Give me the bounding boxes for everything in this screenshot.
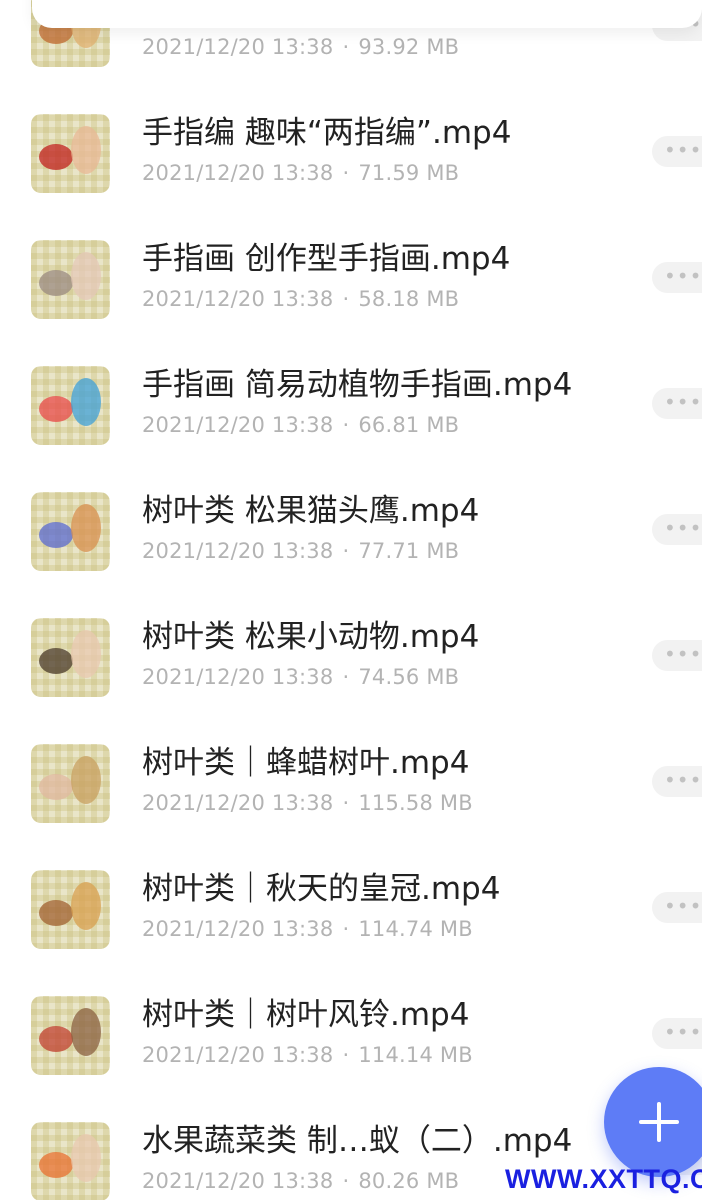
separator-dot: · <box>342 35 350 59</box>
more-options-button[interactable]: ••• <box>652 388 702 419</box>
file-size: 71.59 MB <box>358 161 460 185</box>
file-meta: 2021/12/20 13:38 · 93.92 MB <box>142 33 459 61</box>
separator-dot: · <box>342 161 350 185</box>
file-row[interactable]: 手指编 趣味“两指编”.mp4 2021/12/20 13:38 · 71.59 M… <box>0 92 702 218</box>
separator-dot: · <box>342 287 350 311</box>
file-name: 手指画 创作型手指画.mp4 <box>142 241 511 277</box>
separator-dot: · <box>342 791 350 815</box>
file-size: 74.56 MB <box>358 665 460 689</box>
file-row[interactable]: 树叶类｜蜂蜡树叶.mp4 2021/12/20 13:38 · 115.58 MB … <box>0 722 702 848</box>
file-date: 2021/12/20 13:38 <box>142 287 334 311</box>
video-thumbnail <box>31 1122 110 1200</box>
file-name: 树叶类｜树叶风铃.mp4 <box>142 997 470 1033</box>
separator-dot: · <box>342 1043 350 1067</box>
file-name: 树叶类｜秋天的皇冠.mp4 <box>142 871 501 907</box>
separator-dot: · <box>342 413 350 437</box>
file-meta: 2021/12/20 13:38 · 115.58 MB <box>142 789 473 817</box>
file-size: 58.18 MB <box>358 287 460 311</box>
file-date: 2021/12/20 13:38 <box>142 35 334 59</box>
plus-icon-vertical <box>657 1102 661 1142</box>
more-options-button[interactable]: ••• <box>652 892 702 923</box>
separator-dot: · <box>342 1169 350 1193</box>
more-options-button[interactable]: ••• <box>652 262 702 293</box>
file-date: 2021/12/20 13:38 <box>142 1169 334 1193</box>
file-row[interactable]: 树叶类｜秋天的皇冠.mp4 2021/12/20 13:38 · 114.74 MB… <box>0 848 702 974</box>
file-date: 2021/12/20 13:38 <box>142 917 334 941</box>
file-date: 2021/12/20 13:38 <box>142 791 334 815</box>
file-meta: 2021/12/20 13:38 · 71.59 MB <box>142 159 459 187</box>
video-thumbnail <box>31 870 110 949</box>
file-meta: 2021/12/20 13:38 · 114.74 MB <box>142 915 473 943</box>
separator-dot: · <box>342 917 350 941</box>
video-thumbnail <box>31 114 110 193</box>
file-date: 2021/12/20 13:38 <box>142 665 334 689</box>
file-row[interactable]: 树叶类 松果小动物.mp4 2021/12/20 13:38 · 74.56 MB … <box>0 596 702 722</box>
video-thumbnail <box>31 744 110 823</box>
file-meta: 2021/12/20 13:38 · 114.14 MB <box>142 1041 473 1069</box>
file-row[interactable]: 手指画 简易动植物手指画.mp4 2021/12/20 13:38 · 66.81 … <box>0 344 702 470</box>
file-size: 115.58 MB <box>358 791 473 815</box>
file-name: 手指画 简易动植物手指画.mp4 <box>142 367 573 403</box>
more-options-button[interactable]: ••• <box>652 136 702 167</box>
more-options-button[interactable]: ••• <box>652 514 702 545</box>
file-row[interactable]: 树叶类 松果猫头鹰.mp4 2021/12/20 13:38 · 77.71 MB … <box>0 470 702 596</box>
video-thumbnail <box>31 366 110 445</box>
file-name: 手指编 趣味“两指编”.mp4 <box>142 115 512 151</box>
top-sheet-edge <box>32 0 702 28</box>
file-size: 77.71 MB <box>358 539 460 563</box>
file-name: 树叶类 松果猫头鹰.mp4 <box>142 493 480 529</box>
video-thumbnail <box>31 492 110 571</box>
file-size: 114.74 MB <box>358 917 473 941</box>
more-options-button[interactable]: ••• <box>652 766 702 797</box>
file-name: 水果蔬菜类 制…蚁（二）.mp4 <box>142 1123 573 1159</box>
file-name: 树叶类｜蜂蜡树叶.mp4 <box>142 745 470 781</box>
more-options-button[interactable]: ••• <box>652 1018 702 1049</box>
file-name: 树叶类 松果小动物.mp4 <box>142 619 480 655</box>
file-meta: 2021/12/20 13:38 · 77.71 MB <box>142 537 459 565</box>
file-meta: 2021/12/20 13:38 · 66.81 MB <box>142 411 459 439</box>
video-thumbnail <box>31 996 110 1075</box>
video-thumbnail <box>31 618 110 697</box>
more-options-button[interactable]: ••• <box>652 640 702 671</box>
file-list-screen: 2021/12/20 13:38 · 93.92 MB ••• 手指编 趣味“两指编… <box>0 0 702 1200</box>
watermark: WWW.XXTTQ.COM <box>505 1164 702 1194</box>
file-meta: 2021/12/20 13:38 · 80.26 MB <box>142 1167 459 1195</box>
separator-dot: · <box>342 539 350 563</box>
file-size: 80.26 MB <box>358 1169 460 1193</box>
separator-dot: · <box>342 665 350 689</box>
file-meta: 2021/12/20 13:38 · 74.56 MB <box>142 663 459 691</box>
file-list: 2021/12/20 13:38 · 93.92 MB ••• 手指编 趣味“两指编… <box>0 0 702 1200</box>
file-size: 114.14 MB <box>358 1043 473 1067</box>
file-date: 2021/12/20 13:38 <box>142 413 334 437</box>
file-date: 2021/12/20 13:38 <box>142 161 334 185</box>
file-meta: 2021/12/20 13:38 · 58.18 MB <box>142 285 459 313</box>
file-size: 66.81 MB <box>358 413 460 437</box>
file-size: 93.92 MB <box>358 35 460 59</box>
file-row[interactable]: 手指画 创作型手指画.mp4 2021/12/20 13:38 · 58.18 MB… <box>0 218 702 344</box>
video-thumbnail <box>31 240 110 319</box>
file-row[interactable]: 树叶类｜树叶风铃.mp4 2021/12/20 13:38 · 114.14 MB … <box>0 974 702 1100</box>
file-date: 2021/12/20 13:38 <box>142 1043 334 1067</box>
file-date: 2021/12/20 13:38 <box>142 539 334 563</box>
